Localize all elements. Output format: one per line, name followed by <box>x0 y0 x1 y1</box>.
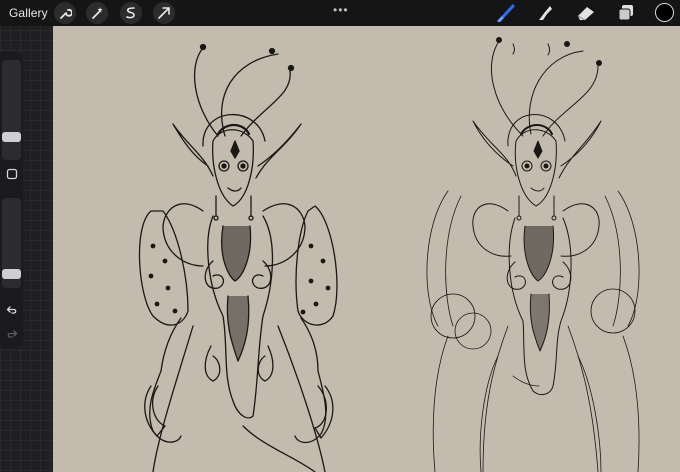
layers-icon[interactable] <box>616 4 636 22</box>
gallery-button[interactable]: Gallery <box>9 6 48 20</box>
sketch-artwork <box>138 37 640 472</box>
eraser-icon[interactable] <box>576 4 596 22</box>
modify-square-icon[interactable] <box>0 164 23 184</box>
redo-icon[interactable] <box>0 324 23 344</box>
more-menu-button[interactable]: ••• <box>333 3 349 17</box>
pencil-sketch-figure <box>426 37 640 472</box>
drawing-canvas[interactable] <box>53 26 680 472</box>
wrench-icon[interactable] <box>54 2 76 24</box>
brush-size-thumb[interactable] <box>2 132 21 142</box>
smudge-icon[interactable] <box>535 4 555 22</box>
transform-arrow-icon[interactable] <box>153 2 175 24</box>
side-toolbar <box>0 52 23 348</box>
brush-icon[interactable] <box>497 4 517 23</box>
magic-wand-icon[interactable] <box>86 2 108 24</box>
inked-figure <box>138 43 338 472</box>
selection-icon[interactable] <box>120 2 142 24</box>
opacity-thumb[interactable] <box>2 269 21 279</box>
brush-size-slider[interactable] <box>2 60 21 160</box>
top-toolbar: Gallery ••• <box>0 0 680 26</box>
color-picker-swatch[interactable] <box>655 3 674 22</box>
undo-icon[interactable] <box>0 300 23 320</box>
